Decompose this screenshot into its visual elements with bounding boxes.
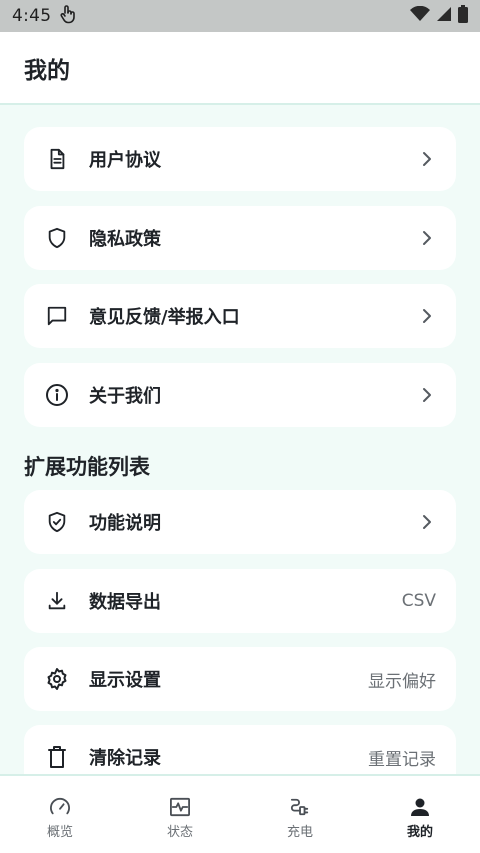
chevron-right-icon [418,150,436,168]
chevron-right-icon [418,307,436,325]
menu-item-feature-guide[interactable]: 功能说明 [24,490,456,554]
charge-plug-icon [289,796,311,818]
menu-item-label: 隐私政策 [89,229,161,250]
nav-label: 充电 [286,825,313,840]
menu-item-label: 显示设置 [89,670,161,691]
menu-item-value: 显示偏好 [368,671,436,692]
chevron-right-icon [418,386,436,404]
gear-icon [45,667,69,691]
menu-item-label: 清除记录 [89,748,161,769]
nav-item-status[interactable]: 状态 [120,776,240,853]
menu-item-value: CSV [401,591,436,611]
download-icon [45,589,69,613]
menu-item-label: 关于我们 [89,386,161,407]
chevron-right-icon [418,229,436,247]
message-icon [45,304,69,328]
menu-item-label: 用户协议 [89,150,161,171]
wifi-icon [410,5,430,26]
menu-item-label: 功能说明 [89,513,161,534]
status-time: 4:45 [12,6,52,26]
nav-label: 概览 [46,825,73,840]
menu-item-user-agreement[interactable]: 用户协议 [24,127,456,191]
bottom-navigation: 概览 状态 充电 我的 [0,774,480,853]
top-app-bar: 我的 [0,32,480,105]
nav-label: 状态 [166,825,193,840]
battery-icon [458,5,468,27]
menu-item-display-settings[interactable]: 显示设置 显示偏好 [24,647,456,711]
speedometer-icon [49,796,71,818]
touch-icon [59,4,77,28]
nav-label: 我的 [406,825,433,840]
trash-icon [45,745,69,769]
menu-item-label: 数据导出 [89,592,161,613]
settings-list[interactable]: 用户协议 隐私政策 意见反馈/举报入口 关于我们 扩展功能列表 功能说明 数据导… [0,107,480,774]
menu-item-feedback[interactable]: 意见反馈/举报入口 [24,284,456,348]
menu-item-about-us[interactable]: 关于我们 [24,363,456,427]
menu-item-privacy-policy[interactable]: 隐私政策 [24,206,456,270]
menu-item-label: 意见反馈/举报入口 [89,307,240,328]
section-title: 扩展功能列表 [24,455,150,479]
nav-item-mine[interactable]: 我的 [360,776,480,853]
shield-check-icon [45,510,69,534]
pulse-icon [169,796,191,818]
menu-item-data-export[interactable]: 数据导出 CSV [24,569,456,633]
document-icon [45,147,69,171]
menu-item-value: 重置记录 [368,749,436,770]
info-icon [45,383,69,407]
shield-icon [45,226,69,250]
nav-item-charging[interactable]: 充电 [240,776,360,853]
menu-item-clear-records[interactable]: 清除记录 重置记录 [24,725,456,774]
person-icon [409,796,431,818]
chevron-right-icon [418,513,436,531]
page-title: 我的 [24,57,70,84]
signal-icon [436,6,452,26]
status-bar: 4:45 [0,0,480,32]
nav-item-overview[interactable]: 概览 [0,776,120,853]
